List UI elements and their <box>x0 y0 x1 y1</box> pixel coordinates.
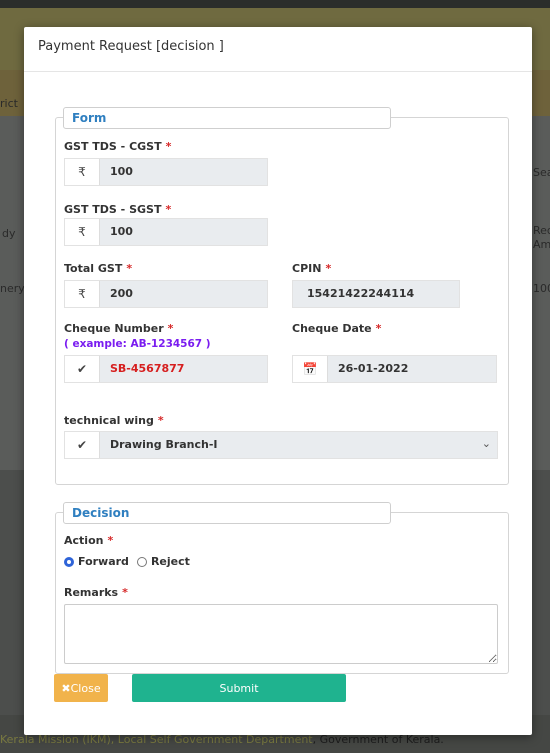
action-label: Action * <box>64 534 114 547</box>
remarks-textarea[interactable] <box>64 604 498 664</box>
rupee-icon: ₹ <box>65 281 100 307</box>
calendar-icon: 📅 <box>293 356 328 382</box>
background-label: 100 <box>533 282 550 295</box>
cheque-number-hint: ( example: AB-1234567 ) <box>64 338 211 350</box>
reject-label[interactable]: Reject <box>151 555 190 568</box>
cgst-value: 100 <box>110 165 133 178</box>
submit-button[interactable]: Submit <box>132 674 346 702</box>
check-icon: ✔ <box>65 432 100 458</box>
reject-radio[interactable] <box>136 556 147 567</box>
background-label: nery <box>0 282 25 295</box>
background-label: Sea <box>533 166 550 179</box>
cgst-field[interactable]: ₹ 100 <box>64 158 268 186</box>
background-label: dy <box>2 227 16 240</box>
background-label: Am <box>533 238 550 251</box>
cheque-date-field[interactable]: 📅 26-01-2022 <box>292 355 497 383</box>
form-legend: Form <box>63 107 391 129</box>
forward-radio[interactable] <box>64 556 74 567</box>
cheque-date-label: Cheque Date * <box>292 322 382 335</box>
background-topbar <box>0 0 550 8</box>
cheque-number-field[interactable]: ✔ SB-4567877 <box>64 355 268 383</box>
cpin-label: CPIN * <box>292 262 332 275</box>
decision-legend: Decision <box>63 502 391 524</box>
remarks-label: Remarks * <box>64 586 128 599</box>
technical-wing-value: Drawing Branch-I <box>110 438 218 451</box>
total-gst-field[interactable]: ₹ 200 <box>64 280 268 308</box>
cgst-label: GST TDS - CGST * <box>64 140 172 153</box>
rupee-icon: ₹ <box>65 219 100 245</box>
total-gst-value: 200 <box>110 287 133 300</box>
sgst-field[interactable]: ₹ 100 <box>64 218 268 246</box>
close-button[interactable]: ✖Close <box>54 674 108 702</box>
action-radio-group: Forward Reject <box>64 555 190 568</box>
cpin-value: 15421422244114 <box>307 287 415 300</box>
chevron-down-icon: ⌄ <box>481 437 491 450</box>
modal-title: Payment Request [decision ] <box>38 39 224 54</box>
technical-wing-label: technical wing * <box>64 414 164 427</box>
technical-wing-select[interactable]: ✔ Drawing Branch-I ⌄ <box>64 431 498 459</box>
background-label: rict <box>0 97 18 110</box>
modal-header-divider <box>24 71 532 72</box>
sgst-label: GST TDS - SGST * <box>64 203 172 216</box>
cheque-number-label: Cheque Number * <box>64 322 174 335</box>
rupee-icon: ₹ <box>65 159 100 185</box>
check-icon: ✔ <box>65 356 100 382</box>
sgst-value: 100 <box>110 225 133 238</box>
cheque-date-value: 26-01-2022 <box>338 362 409 375</box>
cheque-number-value: SB-4567877 <box>110 362 185 375</box>
background-label: Req <box>533 224 550 237</box>
total-gst-label: Total GST * <box>64 262 133 275</box>
cpin-field[interactable]: 15421422244114 <box>292 280 460 308</box>
forward-label[interactable]: Forward <box>78 555 129 568</box>
